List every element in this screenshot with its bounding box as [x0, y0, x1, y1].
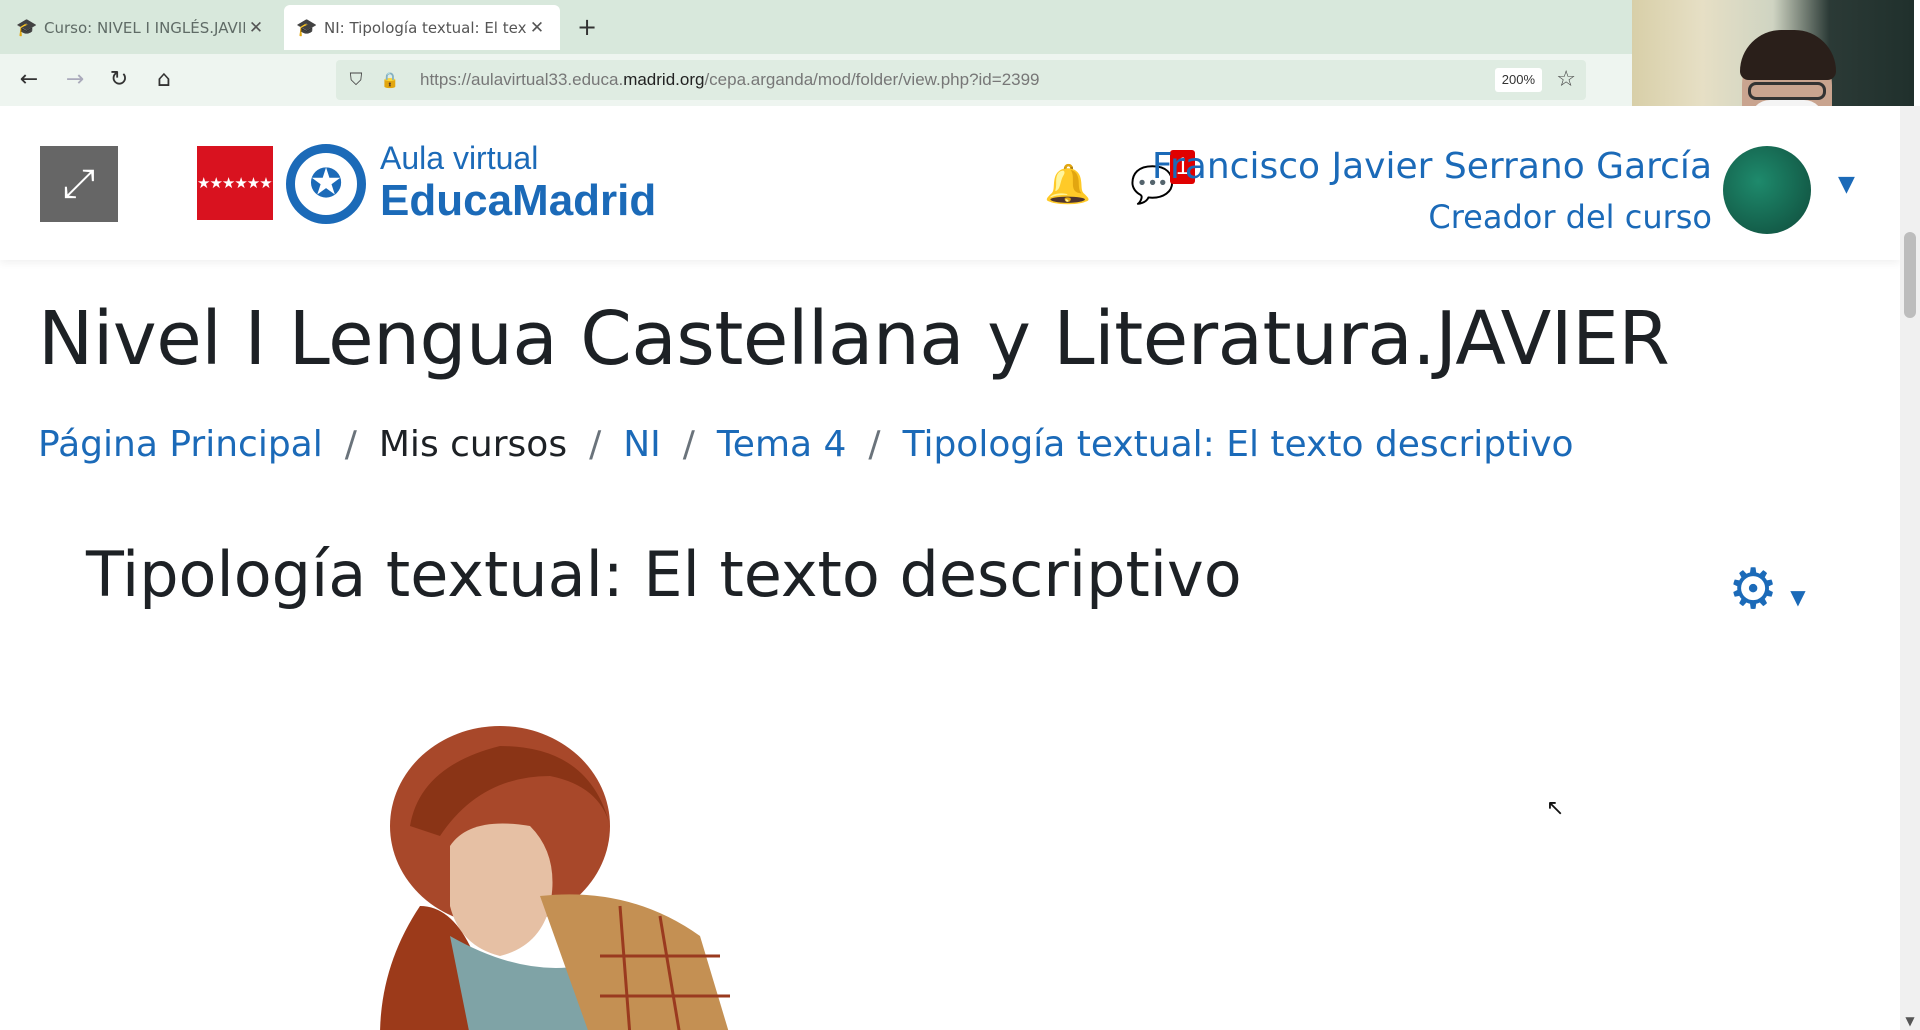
- breadcrumb-separator: /: [344, 424, 357, 465]
- address-bar[interactable]: ⛉ 🔒 https://aulavirtual33.educa.madrid.o…: [336, 60, 1586, 100]
- madrid-flag-logo[interactable]: ★★★★★★★: [197, 146, 285, 220]
- user-name[interactable]: Francisco Javier Serrano García: [1152, 146, 1712, 187]
- home-icon[interactable]: ⌂: [149, 65, 179, 95]
- activity-settings-menu[interactable]: ⚙ ▼: [1728, 562, 1806, 618]
- tab-close-icon[interactable]: ✕: [526, 18, 548, 38]
- breadcrumb-my-courses: Mis cursos: [378, 424, 568, 465]
- mouse-cursor-icon: ↖: [1546, 796, 1565, 821]
- bell-icon[interactable]: 🔔: [1044, 162, 1091, 207]
- logo-text-aula-virtual[interactable]: Aula virtual: [380, 140, 538, 177]
- bookmark-star-icon[interactable]: ☆: [1556, 67, 1576, 92]
- graduation-cap-icon: 🎓: [16, 17, 38, 38]
- breadcrumb-section[interactable]: Tema 4: [717, 424, 847, 465]
- new-tab-button[interactable]: +: [572, 12, 602, 42]
- educamadrid-star-logo[interactable]: ✪: [286, 144, 366, 224]
- url-prefix: https://aulavirtual33.educa.: [420, 70, 624, 89]
- url-host: madrid.org: [623, 70, 705, 89]
- tab-close-icon[interactable]: ✕: [245, 18, 267, 38]
- url-path: /cepa.arganda/mod/folder/view.php?id=239…: [704, 70, 1040, 89]
- breadcrumb-separator: /: [682, 424, 695, 465]
- scroll-down-arrow-icon[interactable]: ▼: [1902, 1014, 1918, 1028]
- presenter-glasses: [1748, 82, 1826, 100]
- tab-title: Curso: NIVEL I INGLÉS.JAVIER: [44, 18, 245, 37]
- breadcrumb-category[interactable]: NI: [623, 424, 661, 465]
- breadcrumb-separator: /: [589, 424, 602, 465]
- tab-title: NI: Tipología textual: El texto de: [324, 18, 526, 37]
- expand-icon[interactable]: ⤢: [40, 146, 118, 222]
- browser-tab-ingles[interactable]: 🎓 Curso: NIVEL I INGLÉS.JAVIER ✕: [4, 5, 279, 50]
- user-role: Creador del curso: [1428, 198, 1712, 236]
- site-header: ⤢ ★★★★★★★ ✪ Aula virtual EducaMadrid 🔔 💬…: [0, 106, 1900, 260]
- forward-arrow-icon[interactable]: →: [60, 65, 90, 95]
- shield-icon[interactable]: ⛉: [346, 70, 366, 90]
- page-scrollbar[interactable]: ▼: [1900, 106, 1920, 1030]
- zoom-badge[interactable]: 200%: [1494, 68, 1542, 92]
- gear-icon[interactable]: ⚙: [1728, 562, 1778, 618]
- browser-tabbar: 🎓 Curso: NIVEL I INGLÉS.JAVIER ✕ 🎓 NI: T…: [0, 0, 1632, 54]
- breadcrumb-home[interactable]: Página Principal: [38, 424, 323, 465]
- back-arrow-icon[interactable]: ←: [14, 65, 44, 95]
- page-title: Nivel I Lengua Castellana y Literatura.J…: [38, 296, 1670, 382]
- breadcrumb-separator: /: [868, 424, 881, 465]
- reload-icon[interactable]: ↻: [104, 65, 134, 95]
- browser-navbar: ← → ↻ ⌂ ⛉ 🔒 https://aulavirtual33.educa.…: [0, 54, 1632, 106]
- activity-title: Tipología textual: El texto descriptivo: [86, 538, 1242, 611]
- moodle-page: ⤢ ★★★★★★★ ✪ Aula virtual EducaMadrid 🔔 💬…: [0, 106, 1900, 1030]
- browser-tab-active[interactable]: 🎓 NI: Tipología textual: El texto de ✕: [284, 5, 560, 50]
- logo-text-educamadrid[interactable]: EducaMadrid: [380, 176, 656, 226]
- lock-icon[interactable]: 🔒: [380, 71, 400, 89]
- graduation-cap-icon: 🎓: [296, 17, 318, 38]
- breadcrumb: Página Principal / Mis cursos / NI / Tem…: [38, 424, 1574, 465]
- url-text[interactable]: https://aulavirtual33.educa.madrid.org/c…: [420, 70, 1040, 90]
- scrollbar-thumb[interactable]: [1904, 232, 1916, 318]
- chevron-down-icon[interactable]: ▼: [1838, 172, 1855, 197]
- chevron-down-icon[interactable]: ▼: [1790, 585, 1805, 609]
- breadcrumb-activity[interactable]: Tipología textual: El texto descriptivo: [903, 424, 1574, 465]
- presenter-hair: [1740, 30, 1836, 80]
- avatar[interactable]: [1723, 146, 1811, 234]
- bearded-man-illustration: [380, 726, 730, 1030]
